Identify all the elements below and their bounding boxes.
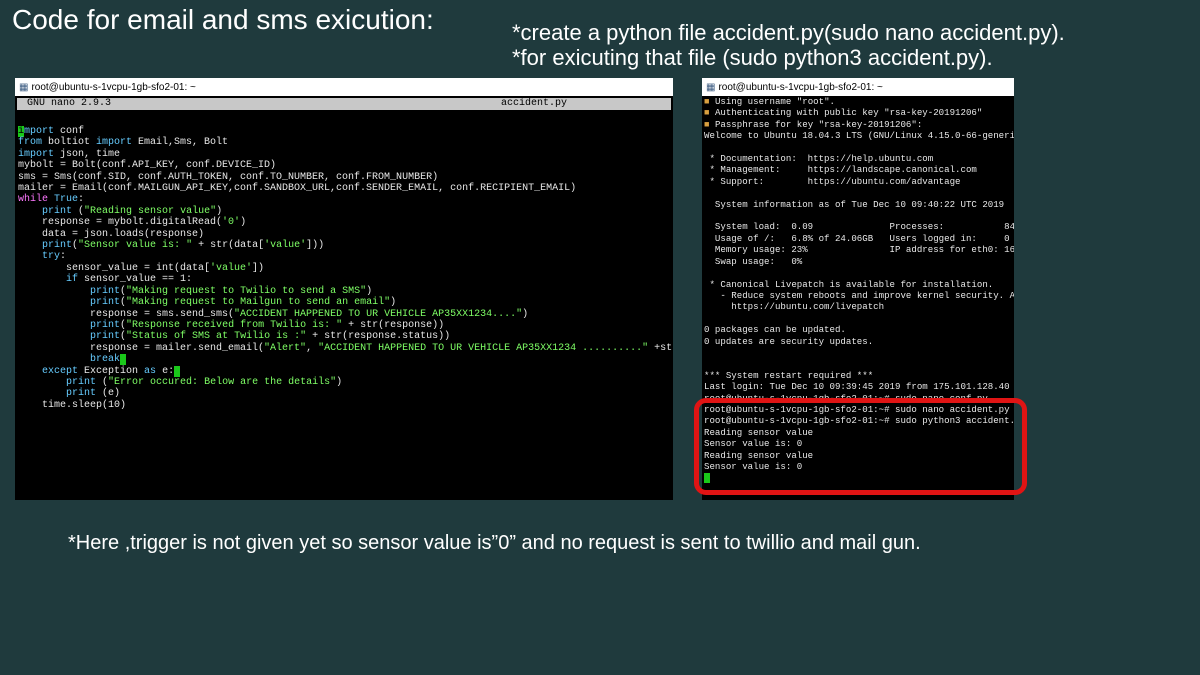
instruction-execute: *for exicuting that file (sudo python3 a… bbox=[512, 45, 993, 70]
putty-icon: ▦ bbox=[19, 81, 29, 93]
nano-filename: accident.py bbox=[501, 98, 568, 109]
info-icon: ■ bbox=[704, 96, 710, 107]
ssh-window-title: root@ubuntu-s-1vcpu-1gb-sfo2-01: ~ bbox=[718, 81, 883, 93]
putty-icon: ▦ bbox=[706, 81, 716, 93]
nano-terminal-window[interactable]: ▦ root@ubuntu-s-1vcpu-1gb-sfo2-01: ~ GNU… bbox=[15, 78, 673, 500]
nano-header-bar: GNU nano 2.9.3 accident.py bbox=[17, 98, 671, 110]
instruction-create: *create a python file accident.py(sudo n… bbox=[512, 20, 1065, 45]
instructions: *create a python file accident.py(sudo n… bbox=[512, 20, 1065, 70]
info-icon: ■ bbox=[704, 118, 710, 130]
code-editor[interactable]: import conf from boltiot import Email,Sm… bbox=[18, 126, 673, 411]
slide-title: Code for email and sms exicution: bbox=[12, 4, 434, 35]
caption-note: *Here ,trigger is not given yet so senso… bbox=[68, 532, 921, 554]
output-highlight-box bbox=[694, 398, 1027, 495]
nano-version: GNU nano 2.9.3 bbox=[27, 98, 112, 109]
nano-window-title: root@ubuntu-s-1vcpu-1gb-sfo2-01: ~ bbox=[31, 81, 196, 93]
ssh-window-titlebar[interactable]: ▦ root@ubuntu-s-1vcpu-1gb-sfo2-01: ~ bbox=[702, 78, 1014, 96]
nano-window-titlebar[interactable]: ▦ root@ubuntu-s-1vcpu-1gb-sfo2-01: ~ bbox=[15, 78, 673, 96]
info-icon: ■ bbox=[704, 107, 710, 119]
